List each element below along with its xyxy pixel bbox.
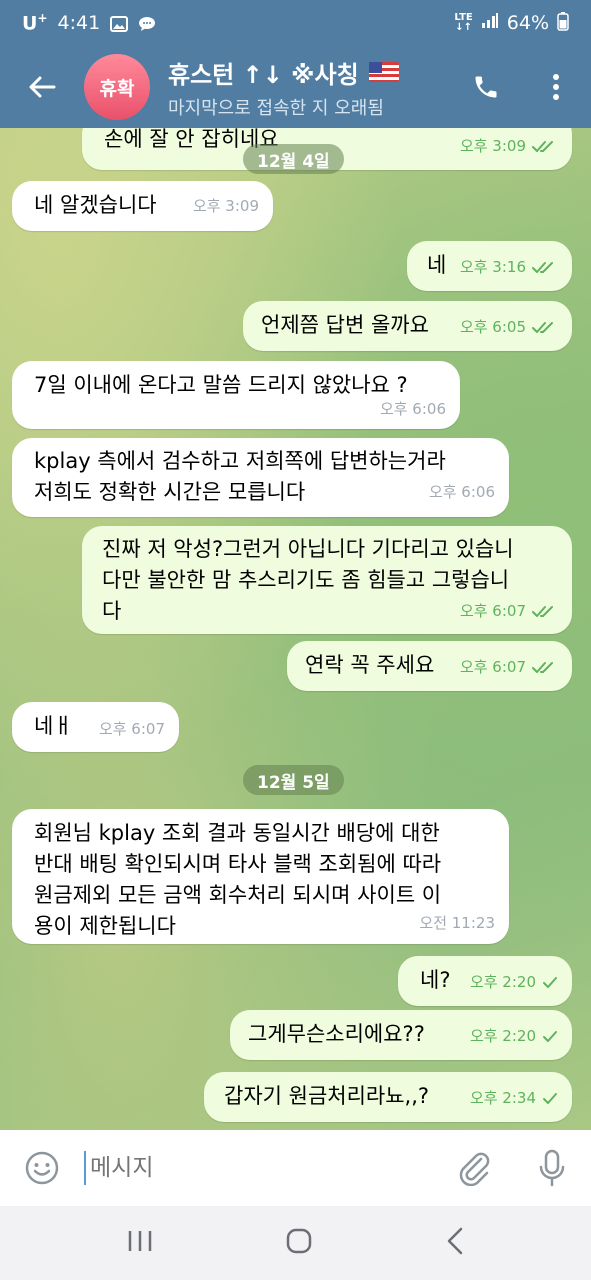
- message-outgoing[interactable]: 언제쯤 답변 올까요 오후 6:05: [243, 301, 572, 351]
- message-time: 오후 2:34: [469, 1089, 536, 1107]
- double-check-icon: [532, 140, 558, 154]
- check-icon: [542, 976, 558, 990]
- message-time: 오전 11:23: [419, 914, 495, 932]
- battery-icon: [557, 11, 569, 36]
- message-time: 오후 6:07: [459, 658, 526, 676]
- message-incoming[interactable]: 회원님 kplay 조회 결과 동일시간 배당에 대한 반대 배팅 확인되시며 …: [12, 809, 509, 944]
- avatar[interactable]: 휴확: [84, 54, 150, 120]
- double-check-icon: [532, 605, 558, 619]
- microphone-icon: [539, 1149, 565, 1187]
- message-outgoing[interactable]: 네? 오후 2:20: [398, 956, 572, 1006]
- attach-button[interactable]: [435, 1150, 513, 1186]
- recent-apps-icon: [128, 1231, 152, 1251]
- message-incoming[interactable]: 7일 이내에 온다고 말씀 드리지 않았나요 ? 오후 6:06: [12, 361, 460, 429]
- signal-icon: [481, 12, 499, 34]
- more-options-button[interactable]: [521, 46, 591, 128]
- chat-notification-icon: [138, 15, 156, 31]
- date-separator: 12월 4일: [243, 144, 344, 174]
- voice-message-button[interactable]: [513, 1149, 591, 1187]
- message-outgoing[interactable]: 네 오후 3:16: [407, 241, 572, 291]
- double-check-icon: [532, 321, 558, 335]
- message-time: 오후 6:06: [428, 483, 495, 501]
- chat-info[interactable]: 휴스턴 ↑↓ ※사칭 마지막으로 접속한 지 오래됨: [168, 55, 451, 120]
- message-outgoing[interactable]: 연락 꼭 주세요 오후 6:07: [287, 641, 572, 691]
- chat-title: 휴스턴 ↑↓ ※사칭: [168, 55, 451, 90]
- message-outgoing[interactable]: 진짜 저 악성?그런거 아닙니다 기다리고 있습니 다만 불안한 맘 추스리기도…: [82, 526, 572, 634]
- home-button[interactable]: [286, 1228, 312, 1258]
- last-seen-status: 마지막으로 접속한 지 오래됨: [168, 97, 384, 119]
- call-button[interactable]: [451, 46, 521, 128]
- paperclip-icon: [459, 1152, 490, 1186]
- message-time: 오후 3:09: [459, 137, 526, 155]
- us-flag-icon: [368, 62, 399, 82]
- chat-header: 휴확 휴스턴 ↑↓ ※사칭 마지막으로 접속한 지 오래됨: [0, 46, 591, 128]
- message-time: 오후 2:20: [469, 1027, 536, 1045]
- message-incoming[interactable]: 네 알겠습니다 오후 3:09: [12, 181, 273, 231]
- message-composer: [0, 1130, 591, 1206]
- message-time: 오후 3:09: [192, 197, 259, 215]
- message-outgoing[interactable]: 그게무슨소리에요?? 오후 2:20: [230, 1010, 572, 1060]
- double-check-icon: [532, 261, 558, 275]
- network-type: LTE ↓↑: [454, 12, 473, 33]
- carrier-label: U+: [22, 11, 48, 35]
- message-time: 오후 3:16: [459, 258, 526, 276]
- check-icon: [542, 1030, 558, 1044]
- smiley-icon: [25, 1151, 59, 1185]
- home-icon: [287, 1228, 312, 1254]
- message-time: 오후 6:05: [459, 318, 526, 336]
- message-time: 오후 6:06: [379, 400, 446, 418]
- more-vertical-icon: [553, 74, 559, 100]
- back-arrow-icon: [29, 76, 56, 98]
- message-list[interactable]: 손에 잘 안 잡히네요 오후 3:09 12월 4일 네 알겠습니다 오후 3:…: [0, 128, 591, 1130]
- gallery-icon: [110, 15, 129, 32]
- date-separator: 12월 5일: [243, 765, 344, 795]
- back-chevron-icon: [447, 1227, 463, 1255]
- message-incoming[interactable]: 네ㅐ 오후 6:07: [12, 702, 179, 752]
- message-time: 오후 6:07: [98, 720, 165, 738]
- system-nav-bar: [0, 1206, 591, 1280]
- message-time: 오후 6:07: [459, 602, 526, 620]
- phone-icon: [475, 76, 497, 98]
- recent-apps-button[interactable]: [127, 1229, 153, 1257]
- status-bar: U+ 4:41 LTE ↓↑ 64%: [0, 0, 591, 46]
- emoji-button[interactable]: [0, 1150, 84, 1186]
- message-time: 오후 2:20: [469, 973, 536, 991]
- clock: 4:41: [57, 11, 101, 34]
- message-incoming[interactable]: kplay 측에서 검수하고 저희쪽에 답변하는거라 저희도 정확한 시간은 모…: [12, 438, 509, 517]
- check-icon: [542, 1092, 558, 1106]
- back-button[interactable]: [0, 46, 84, 128]
- double-check-icon: [532, 661, 558, 675]
- back-nav-button[interactable]: [446, 1227, 464, 1259]
- message-outgoing[interactable]: 갑자기 원금처리라뇨,,? 오후 2:34: [204, 1072, 572, 1122]
- message-input[interactable]: [84, 1151, 435, 1185]
- battery-level: 64%: [506, 12, 549, 34]
